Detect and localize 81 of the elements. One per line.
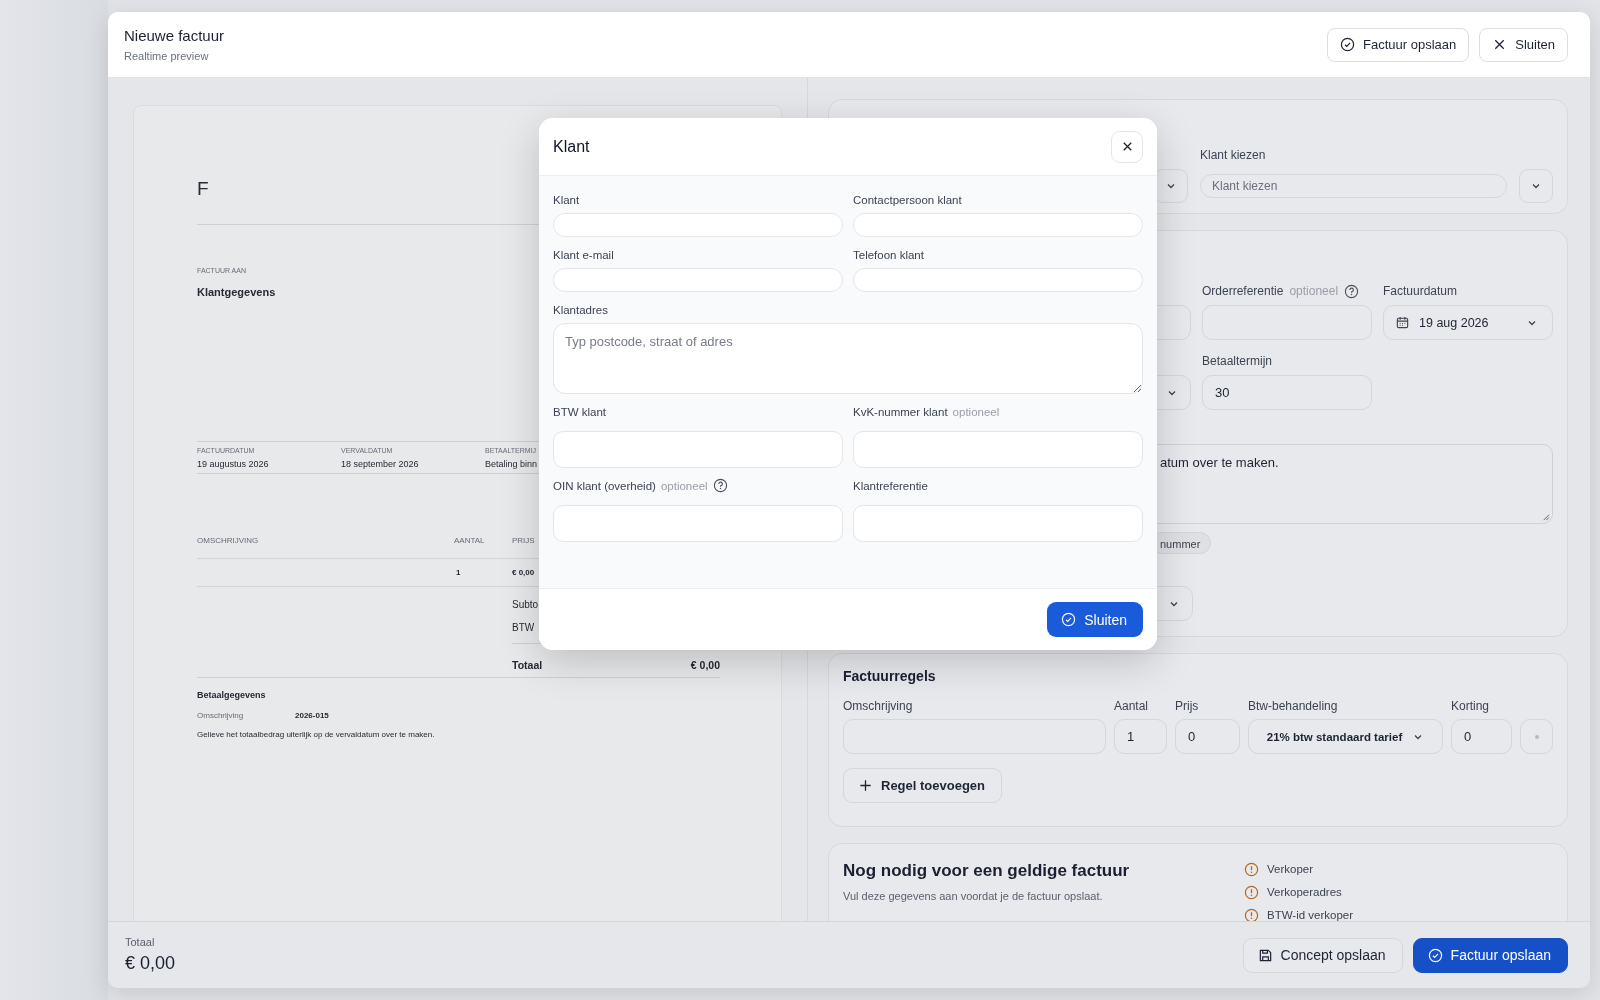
save-draft-button[interactable]: Concept opslaan (1242, 937, 1403, 973)
resize-grip-icon (1541, 512, 1550, 521)
field-label: Klant e-mail (553, 247, 615, 262)
section-title: Nog nodig voor een geldige factuur (843, 861, 1131, 881)
input-field[interactable] (853, 505, 1143, 542)
input-field[interactable] (553, 505, 843, 542)
field-label: Betaaltermijn (1202, 353, 1274, 369)
column-header: AANTAL (454, 536, 486, 545)
window-title: Nieuwe factuur (124, 27, 225, 44)
payment-value: 2026-015 (295, 711, 329, 720)
plus-icon (858, 778, 873, 793)
payment-title: Betaalgegevens (197, 690, 267, 700)
bill-to-name: Klantgegevens (197, 286, 277, 298)
warning-icon (1244, 884, 1259, 900)
total-label: BTW (512, 622, 535, 633)
input-field[interactable] (553, 268, 843, 292)
field-label: Klant kiezen (1200, 147, 1267, 163)
input-field[interactable] (853, 431, 1143, 468)
missing-item: BTW-id verkoper (1267, 909, 1354, 921)
section-title: Factuurregels (843, 668, 937, 685)
missing-item: Verkoperadres (1267, 886, 1342, 898)
field-label: Factuurdatum (1383, 283, 1459, 299)
discount-type-button[interactable] (1520, 719, 1553, 754)
input-field[interactable] (853, 268, 1143, 292)
field-label: Klant (553, 192, 581, 207)
dot-icon (1533, 733, 1540, 740)
field-label: Telefoon klant (853, 247, 925, 262)
total-amount: € 0,00 (125, 953, 176, 974)
field-label: Orderreferentie optioneel (1202, 283, 1372, 299)
dialog-title: Klant (553, 137, 590, 156)
input-field[interactable] (853, 213, 1143, 237)
payment-label: Omschrijving (197, 711, 245, 720)
field-label: BTW klant (553, 404, 608, 419)
check-circle-icon (1427, 947, 1443, 963)
close-button[interactable]: Sluiten (1479, 27, 1568, 62)
field-label: Klantreferentie (853, 478, 929, 493)
calendar-icon (1395, 315, 1410, 330)
missing-item: Verkoper (1267, 863, 1314, 875)
total-value: € 0,00 (690, 659, 720, 671)
payment-note: Gelieve het totaalbedrag uiterlijk op de vervaldatum over te maken. (197, 730, 436, 739)
window-subtitle: Realtime preview (124, 50, 210, 62)
table-cell-text: € 0,00 (512, 568, 536, 577)
table-cell-text: 1 (456, 568, 462, 577)
field-label: Contactpersoon klant (853, 192, 963, 207)
save-button[interactable]: Factuur opslaan (1327, 27, 1470, 62)
column-label: Btw-behandeling (1248, 698, 1339, 714)
column-header: OMSCHRIJVING (197, 536, 260, 545)
check-circle-icon (1061, 612, 1077, 627)
field-label: Klantadres (553, 302, 609, 317)
input-field[interactable] (553, 213, 843, 237)
address-field[interactable]: Typ postcode, straat of adres (553, 323, 1143, 394)
payment-term-field[interactable]: 30 (1202, 375, 1372, 410)
total-label: Subto (512, 599, 539, 610)
close-dialog-button[interactable]: Sluiten (1047, 602, 1143, 637)
client-select-field[interactable]: Klant kiezen (1200, 174, 1507, 198)
column-label: Prijs (1175, 698, 1200, 714)
column-label: Omschrijving (843, 698, 914, 714)
section-description: Vul deze gegevens aan voordat je de factuur opslaat. (843, 890, 1104, 902)
warning-icon (1244, 907, 1259, 921)
total-label: Totaal (512, 659, 543, 671)
column-header: PRIJS (512, 536, 536, 545)
vat-select[interactable]: 21% btw standaard tarief (1248, 719, 1443, 754)
price-field[interactable]: 0 (1175, 719, 1240, 754)
column-label: Korting (1451, 698, 1491, 714)
meta-value: 18 september 2026 (341, 459, 420, 469)
total-label: Totaal (125, 936, 156, 948)
field-label: OIN klant (overheid) optioneel (553, 478, 843, 493)
close-button[interactable] (1111, 130, 1143, 163)
discount-field[interactable]: 0 (1451, 719, 1512, 754)
dropdown-button[interactable] (1519, 169, 1553, 203)
meta-value: 19 augustus 2026 (197, 459, 270, 469)
date-select[interactable]: 19 aug 2026 (1383, 305, 1553, 340)
save-invoice-button[interactable]: Factuur opslaan (1412, 937, 1568, 973)
input-field[interactable] (553, 431, 843, 468)
check-circle-icon (1340, 37, 1355, 52)
column-label: Aantal (1114, 698, 1150, 714)
meta-value: Betaling binn (485, 459, 539, 469)
warning-icon (1244, 861, 1259, 877)
quantity-field[interactable]: 1 (1114, 719, 1167, 754)
add-line-button[interactable]: Regel toevoegen (843, 768, 1003, 803)
field-label: KvK-nummer klant optioneel (853, 404, 1001, 419)
